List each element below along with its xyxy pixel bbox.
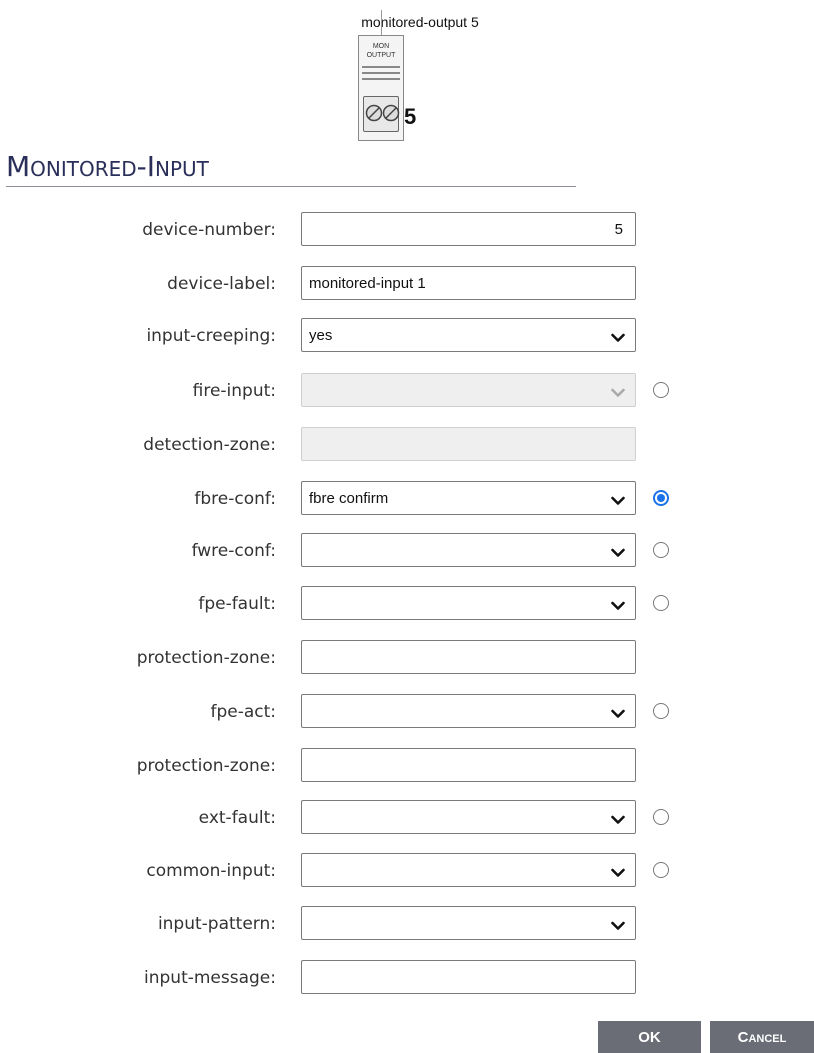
form-row: input-creeping: yes xyxy=(0,318,814,352)
fwre-conf-select[interactable] xyxy=(301,533,636,567)
input-pattern-label: input-pattern: xyxy=(157,914,276,934)
fire-input-radio[interactable] xyxy=(653,382,669,398)
fpe-fault-radio[interactable] xyxy=(653,595,669,611)
form-row: device-label: monitored-input 1 xyxy=(0,266,814,300)
device-slot xyxy=(362,72,400,74)
fbre-conf-select[interactable]: fbre confirm xyxy=(301,481,636,515)
device-number-label: device-number: xyxy=(142,220,276,240)
device-icon-label: MON OUTPUT xyxy=(366,43,396,59)
device-slot xyxy=(362,78,400,80)
section-divider xyxy=(6,186,576,187)
detection-zone-label: detection-zone: xyxy=(143,435,276,455)
ext-fault-label: ext-fault: xyxy=(198,808,276,828)
terminal-block-icon xyxy=(363,96,400,132)
fpe-act-select[interactable] xyxy=(301,694,636,728)
form-row: fpe-fault: xyxy=(0,586,814,620)
form-row: fire-input: xyxy=(0,373,814,407)
fwre-conf-radio[interactable] xyxy=(653,542,669,558)
fwre-conf-label: fwre-conf: xyxy=(191,541,276,561)
device-title: monitored-output 5 xyxy=(361,14,479,30)
form-row: detection-zone: xyxy=(0,427,814,461)
form-row: protection-zone: xyxy=(0,748,814,782)
form-row: fpe-act: xyxy=(0,694,814,728)
input-message-label: input-message: xyxy=(144,968,276,988)
section-title: Monitored-Input xyxy=(6,150,209,183)
protection-zone-label: protection-zone: xyxy=(136,648,276,668)
form-row: input-message: xyxy=(0,960,814,994)
fpe-fault-label: fpe-fault: xyxy=(198,594,276,614)
input-creeping-label: input-creeping: xyxy=(146,326,276,346)
chevron-down-icon xyxy=(611,812,625,829)
protection-zone-input[interactable] xyxy=(301,748,636,782)
chevron-down-icon xyxy=(611,865,625,882)
form-row: device-number: 5 xyxy=(0,212,814,246)
cancel-button[interactable]: Cancel xyxy=(710,1021,814,1053)
chevron-down-icon xyxy=(611,545,625,562)
ext-fault-select[interactable] xyxy=(301,800,636,834)
fpe-act-label: fpe-act: xyxy=(210,702,276,722)
input-pattern-select[interactable] xyxy=(301,906,636,940)
fire-input-select xyxy=(301,373,636,407)
input-creeping-select[interactable]: yes xyxy=(301,318,636,352)
fbre-conf-label: fbre-conf: xyxy=(194,489,276,509)
protection-zone-label: protection-zone: xyxy=(136,756,276,776)
input-message-input[interactable] xyxy=(301,960,636,994)
device-label-input[interactable]: monitored-input 1 xyxy=(301,266,636,300)
device-slot xyxy=(362,66,400,68)
device-number-input[interactable]: 5 xyxy=(301,212,636,246)
chevron-down-icon xyxy=(611,918,625,935)
fbre-conf-value: fbre confirm xyxy=(309,489,389,507)
chevron-down-icon xyxy=(611,385,625,402)
fire-input-label: fire-input: xyxy=(192,381,276,401)
detection-zone-input xyxy=(301,427,636,461)
protection-zone-input[interactable] xyxy=(301,640,636,674)
common-input-select[interactable] xyxy=(301,853,636,887)
common-input-label: common-input: xyxy=(146,861,276,881)
form-row: ext-fault: xyxy=(0,800,814,834)
fpe-fault-select[interactable] xyxy=(301,586,636,620)
chevron-down-icon xyxy=(611,706,625,723)
ext-fault-radio[interactable] xyxy=(653,809,669,825)
monitored-output-device-icon[interactable]: MON OUTPUT xyxy=(358,35,404,141)
device-header: monitored-output 5 MON OUTPUT 5 xyxy=(0,0,814,145)
chevron-down-icon xyxy=(611,493,625,510)
form-row: fwre-conf: xyxy=(0,533,814,567)
form-row: fbre-conf: fbre confirm xyxy=(0,481,814,515)
device-number-value: 5 xyxy=(614,220,623,238)
form-row: input-pattern: xyxy=(0,906,814,940)
ok-button[interactable]: OK xyxy=(598,1021,701,1053)
form-row: protection-zone: xyxy=(0,640,814,674)
chevron-down-icon xyxy=(611,330,625,347)
form-row: common-input: xyxy=(0,853,814,887)
chevron-down-icon xyxy=(611,598,625,615)
common-input-radio[interactable] xyxy=(653,862,669,878)
device-label-label: device-label: xyxy=(167,274,276,294)
device-number-label: 5 xyxy=(404,104,417,129)
input-creeping-value: yes xyxy=(309,326,333,344)
fbre-conf-radio[interactable] xyxy=(653,490,669,506)
device-label-value: monitored-input 1 xyxy=(309,274,426,292)
fpe-act-radio[interactable] xyxy=(653,703,669,719)
